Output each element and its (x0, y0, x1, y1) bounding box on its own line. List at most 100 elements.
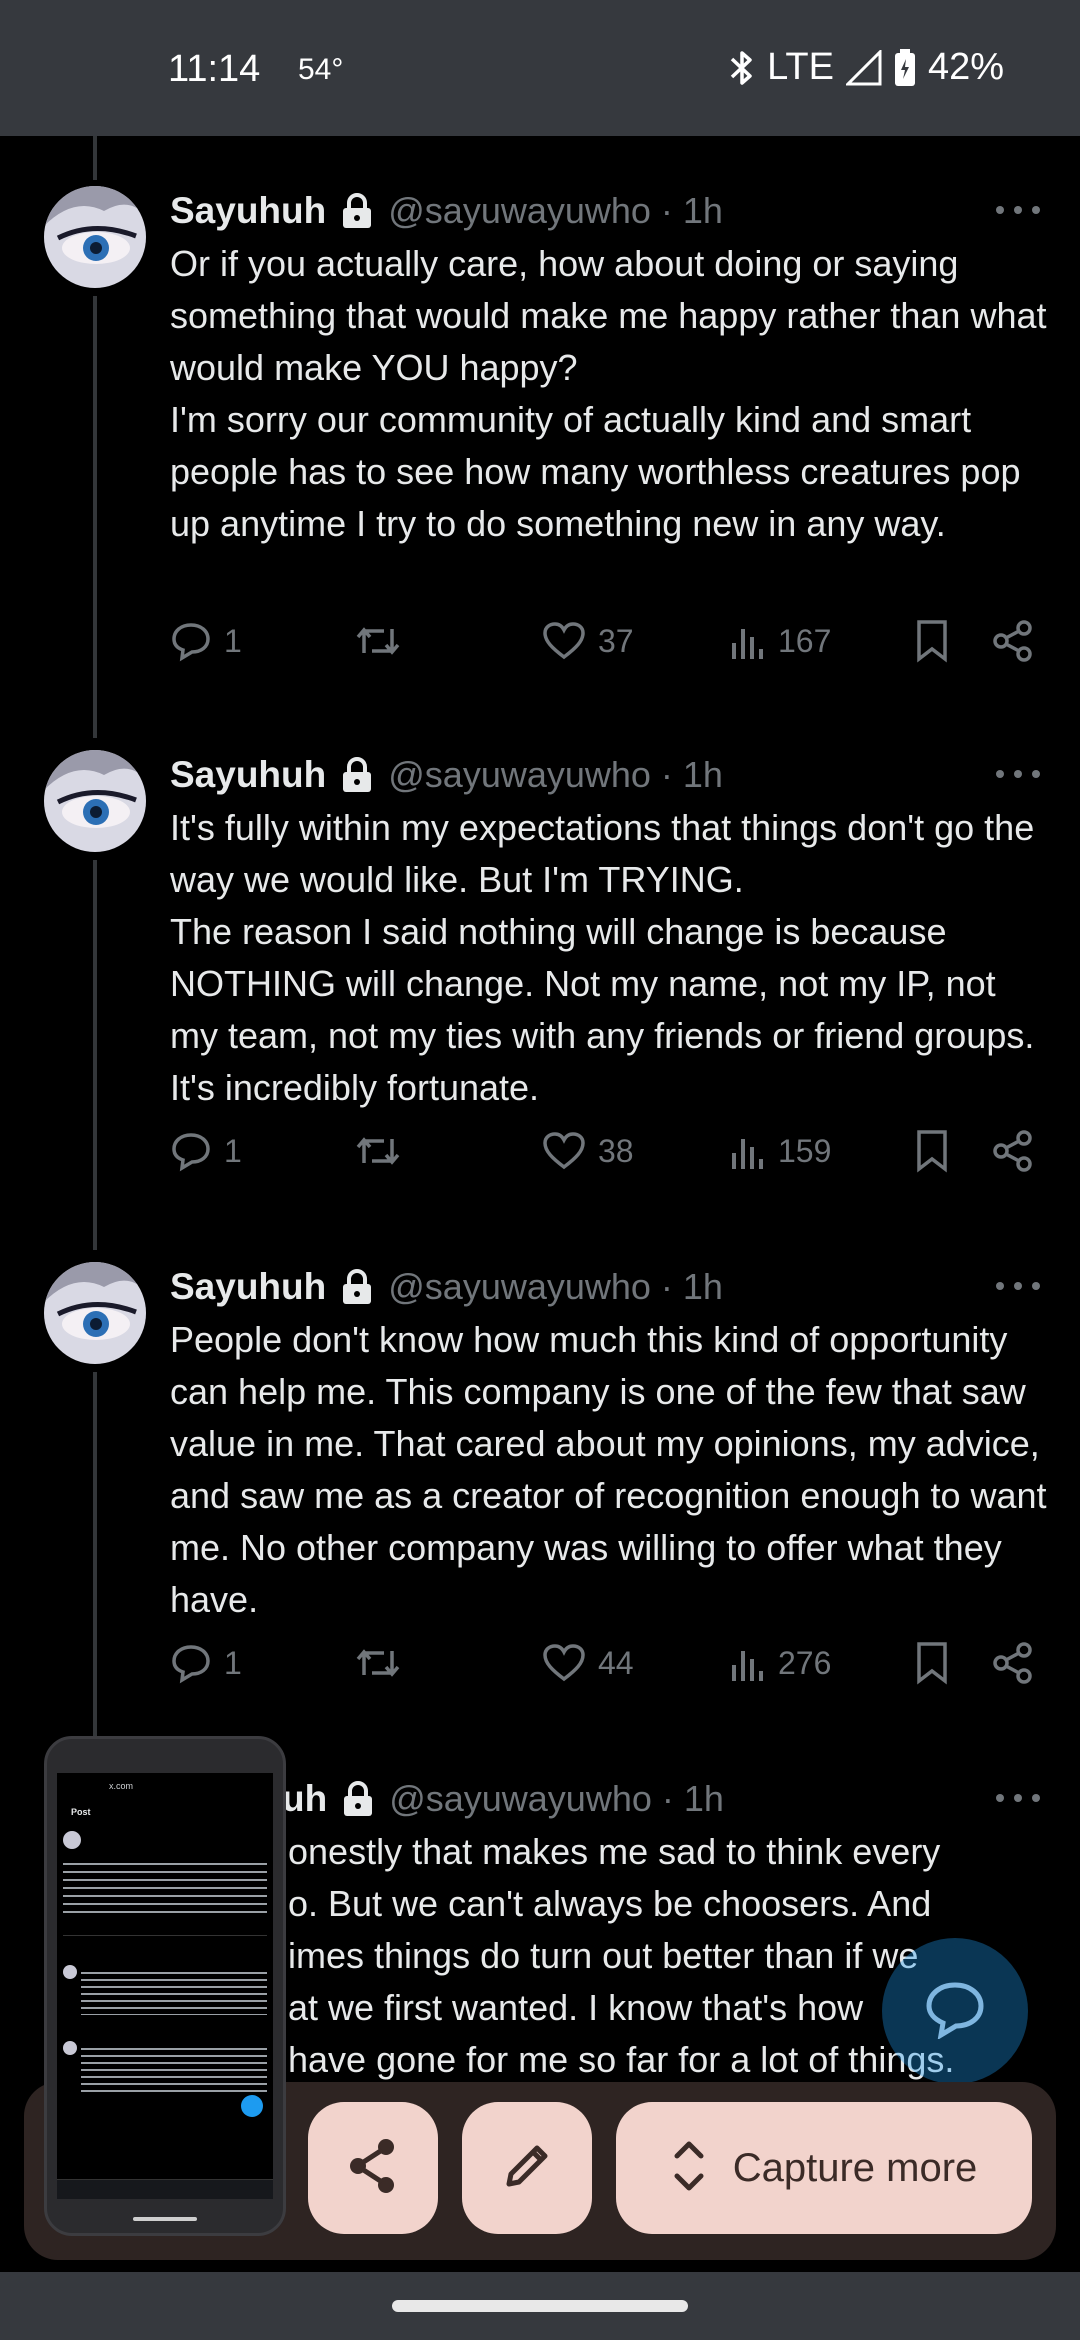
tweet-actions: 1 37 167 (170, 616, 1050, 666)
home-gesture-handle[interactable] (392, 2300, 688, 2312)
thumbnail-avatar (63, 2041, 77, 2055)
lock-icon (340, 757, 374, 793)
status-bar: 11:14 54° LTE 42% (0, 0, 1080, 136)
capture-more-label: Capture more (732, 2145, 978, 2190)
share-icon (992, 1130, 1034, 1172)
more-options-icon[interactable] (996, 754, 1040, 794)
like-button[interactable]: 44 (542, 1638, 634, 1688)
tweet-header: Sayuhuh @sayuwayuwho · 1h (170, 186, 1040, 236)
share-icon (992, 620, 1034, 662)
views-button[interactable]: 167 (730, 616, 831, 666)
floating-compose-button[interactable] (882, 1938, 1028, 2084)
like-count: 37 (598, 622, 634, 659)
thumbnail-text-block (81, 1969, 267, 2015)
reply-icon (170, 1130, 212, 1172)
share-button[interactable] (992, 1126, 1034, 1176)
tweet-header: Sayuhuh @sayuwayuwho · 1h (170, 750, 1040, 800)
bookmark-button[interactable] (914, 1638, 950, 1688)
more-options-icon[interactable] (996, 1778, 1040, 1818)
views-icon (730, 1131, 766, 1171)
tweet-text: It's fully within my expectations that t… (170, 807, 1035, 1108)
avatar[interactable] (44, 1262, 146, 1364)
reply-button[interactable]: 1 (170, 1126, 242, 1176)
tweet[interactable]: Sayuhuh @sayuwayuwho · 1h Or if you actu… (0, 186, 1080, 686)
reply-icon (170, 620, 212, 662)
share-button[interactable] (992, 1638, 1034, 1688)
views-count: 159 (778, 1132, 832, 1169)
share-icon (346, 2137, 400, 2200)
avatar[interactable] (44, 186, 146, 288)
screenshot-preview-thumbnail[interactable]: x.com Post (44, 1736, 286, 2236)
like-button[interactable]: 38 (542, 1126, 634, 1176)
system-navigation-bar (0, 2272, 1080, 2340)
thumbnail-text-block (81, 2045, 267, 2097)
thumbnail-divider (63, 1935, 267, 1936)
thread-line (93, 136, 97, 180)
like-button[interactable]: 37 (542, 616, 634, 666)
tweet[interactable]: Sayuhuh @sayuwayuwho · 1h It's fully wit… (0, 750, 1080, 1250)
share-button[interactable] (992, 616, 1034, 666)
tweet-actions: 1 38 159 (170, 1126, 1050, 1176)
author-handle[interactable]: @sayuwayuwho · 1h (388, 754, 723, 796)
like-count: 38 (598, 1132, 634, 1169)
capture-more-button[interactable]: Capture more (616, 2102, 1032, 2234)
repost-icon (354, 1131, 402, 1171)
expand-vertical-icon (671, 2138, 707, 2199)
author-name[interactable]: uh (282, 1778, 327, 1820)
author-name[interactable]: Sayuhuh (170, 754, 326, 796)
thumbnail-avatar (63, 1965, 77, 1979)
lock-icon (341, 1781, 375, 1817)
author-name[interactable]: Sayuhuh (170, 190, 326, 232)
repost-icon (354, 1643, 402, 1683)
battery-percent: 42% (927, 46, 1004, 88)
author-name[interactable]: Sayuhuh (170, 1266, 326, 1308)
tweet-header: uh @sayuwayuwho · 1h (282, 1774, 1040, 1824)
heart-icon (542, 621, 586, 661)
author-handle[interactable]: @sayuwayuwho · 1h (388, 1266, 723, 1308)
share-screenshot-button[interactable] (308, 2102, 438, 2234)
bluetooth-icon (729, 49, 755, 87)
reply-count: 1 (224, 1132, 242, 1169)
tweet-text: People don't know how much this kind of … (170, 1319, 1047, 1620)
views-button[interactable]: 159 (730, 1126, 831, 1176)
signal-icon (845, 49, 882, 86)
author-handle[interactable]: @sayuwayuwho · 1h (389, 1778, 724, 1820)
bookmark-button[interactable] (914, 1126, 950, 1176)
repost-icon (354, 621, 402, 661)
thumbnail-fab (241, 2095, 263, 2117)
views-count: 167 (778, 622, 832, 659)
lock-icon (340, 1269, 374, 1305)
lock-icon (340, 193, 374, 229)
bookmark-icon (914, 1129, 950, 1173)
thumbnail-tabbar (57, 2179, 273, 2199)
thumbnail-title: Post (71, 1807, 91, 1817)
edit-screenshot-button[interactable] (462, 2102, 592, 2234)
heart-icon (542, 1131, 586, 1171)
reply-count: 1 (224, 622, 242, 659)
reply-button[interactable]: 1 (170, 1638, 242, 1688)
thumbnail-text-block (63, 1859, 267, 1915)
views-count: 276 (778, 1644, 832, 1681)
views-button[interactable]: 276 (730, 1638, 831, 1688)
network-type: LTE (767, 46, 834, 88)
chat-bubble-icon (923, 1979, 987, 2044)
thumbnail-avatar (63, 1831, 81, 1849)
author-handle[interactable]: @sayuwayuwho · 1h (388, 190, 723, 232)
status-right-group: LTE 42% (729, 46, 1004, 89)
thumbnail-screen: x.com Post (57, 1755, 273, 2199)
more-options-icon[interactable] (996, 1266, 1040, 1306)
repost-button[interactable] (354, 1126, 402, 1176)
tweet[interactable]: Sayuhuh @sayuwayuwho · 1h People don't k… (0, 1262, 1080, 1762)
heart-icon (542, 1643, 586, 1683)
reply-button[interactable]: 1 (170, 616, 242, 666)
like-count: 44 (598, 1644, 634, 1681)
battery-icon (894, 48, 916, 87)
share-icon (992, 1642, 1034, 1684)
repost-button[interactable] (354, 616, 402, 666)
repost-button[interactable] (354, 1638, 402, 1688)
avatar[interactable] (44, 750, 146, 852)
more-options-icon[interactable] (996, 190, 1040, 230)
reply-count: 1 (224, 1644, 242, 1681)
pencil-icon (501, 2140, 553, 2197)
bookmark-button[interactable] (914, 616, 950, 666)
